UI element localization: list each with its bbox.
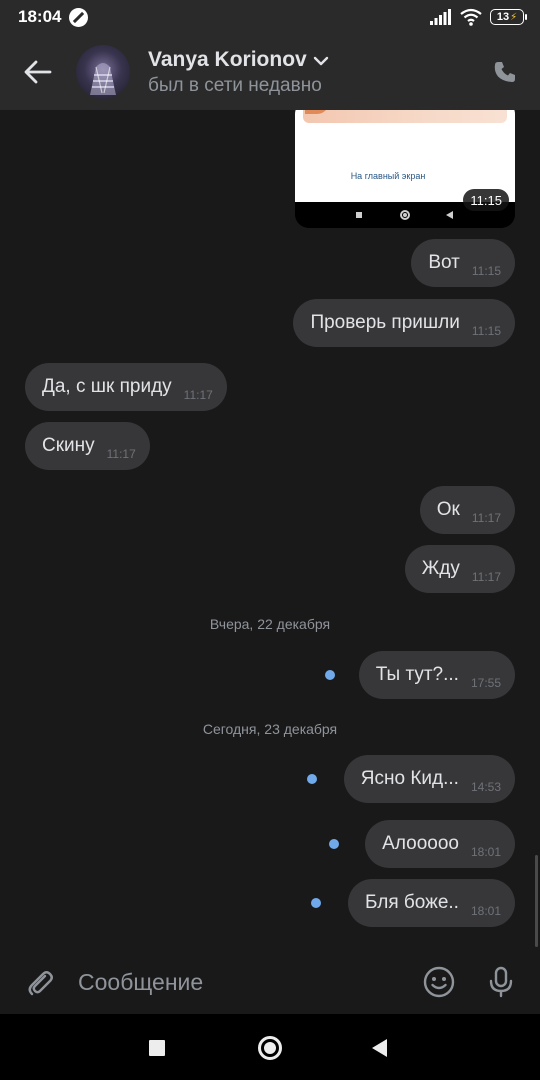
message-text: Проверь пришли <box>310 312 460 333</box>
unread-indicator <box>329 839 339 849</box>
home-button[interactable] <box>258 1036 282 1060</box>
message-bubble-outgoing[interactable]: Ок 11:17 <box>419 486 515 534</box>
status-indicators: 13 ⚡ <box>430 8 527 26</box>
message-text: Алооооо <box>382 833 459 854</box>
message-text: Скину <box>42 435 95 456</box>
message-time: 11:17 <box>471 511 501 525</box>
wifi-icon <box>460 8 482 26</box>
message-list[interactable]: На главный экран 11:15 Вот 11:15 Проверь… <box>0 110 540 950</box>
message-time: 11:15 <box>471 264 501 278</box>
contact-status: был в сети недавно <box>148 74 322 96</box>
unread-indicator <box>325 670 335 680</box>
message-time: 18:01 <box>470 845 501 859</box>
chevron-down-icon <box>313 56 328 66</box>
message-bubble-outgoing[interactable]: Бля боже.. 18:01 <box>347 879 515 927</box>
paperclip-icon <box>28 971 53 996</box>
message-text: Вот <box>428 252 460 273</box>
unread-indicator <box>307 774 317 784</box>
battery-level: 13 <box>496 11 510 23</box>
message-bubble-outgoing[interactable]: Проверь пришли 11:15 <box>293 299 515 347</box>
message-time: 11:17 <box>471 570 501 584</box>
message-bubble-outgoing[interactable]: Алооооо 18:01 <box>365 820 515 868</box>
date-separator: Вчера, 22 декабря <box>209 616 331 632</box>
unread-indicator <box>311 898 321 908</box>
back-button[interactable] <box>0 34 76 110</box>
microphone-icon <box>489 966 513 998</box>
image-time: 11:15 <box>463 189 509 211</box>
date-separator: Сегодня, 23 декабря <box>202 721 338 737</box>
message-text: Ок <box>436 499 460 520</box>
phone-icon <box>494 62 515 82</box>
image-attachment[interactable]: На главный экран 11:15 <box>295 110 515 228</box>
message-time: 11:17 <box>183 388 213 402</box>
message-composer: Сообщение <box>0 950 540 1014</box>
arrow-left-icon <box>24 60 52 84</box>
signal-icon <box>430 9 451 25</box>
status-bar: 18:04 13 ⚡ <box>0 0 540 34</box>
voice-message-button[interactable] <box>470 950 532 1014</box>
do-not-disturb-icon <box>69 7 89 27</box>
message-time: 17:55 <box>470 676 501 690</box>
message-input[interactable]: Сообщение <box>78 969 408 996</box>
message-text: Ты тут?... <box>375 664 459 685</box>
message-bubble-outgoing[interactable]: Вот 11:15 <box>411 239 515 287</box>
contact-name: Vanya Korionov <box>148 47 307 71</box>
message-bubble-incoming[interactable]: Скину 11:17 <box>25 422 150 470</box>
attach-button[interactable] <box>0 950 78 1014</box>
system-navigation-bar <box>0 1014 540 1080</box>
status-time: 18:04 <box>18 7 62 26</box>
message-bubble-incoming[interactable]: Да, с шк приду 11:17 <box>25 363 227 411</box>
message-bubble-outgoing[interactable]: Ты тут?... 17:55 <box>358 651 515 699</box>
battery-icon: 13 ⚡ <box>490 9 527 25</box>
contact-info[interactable]: Vanya Korionov был в сети недавно <box>148 48 329 97</box>
message-bubble-outgoing[interactable]: Жду 11:17 <box>404 545 515 593</box>
message-text: Бля боже.. <box>364 892 459 913</box>
scrollbar[interactable] <box>535 855 538 947</box>
avatar[interactable] <box>76 45 130 99</box>
chat-header: Vanya Korionov был в сети недавно <box>0 34 540 110</box>
message-text: Ясно Кид... <box>360 768 459 789</box>
call-button[interactable] <box>470 34 540 110</box>
emoji-button[interactable] <box>408 950 470 1014</box>
message-time: 11:17 <box>106 447 136 461</box>
message-text: Жду <box>421 558 460 579</box>
message-time: 11:15 <box>471 324 501 338</box>
system-back-button[interactable] <box>372 1039 387 1057</box>
recent-apps-button[interactable] <box>149 1040 165 1056</box>
message-time: 14:53 <box>470 780 501 794</box>
message-bubble-outgoing[interactable]: Ясно Кид... 14:53 <box>343 755 515 803</box>
image-link-text: На главный экран <box>350 171 426 181</box>
smile-icon <box>423 966 455 998</box>
message-time: 18:01 <box>470 904 501 918</box>
message-text: Да, с шк приду <box>42 376 172 397</box>
